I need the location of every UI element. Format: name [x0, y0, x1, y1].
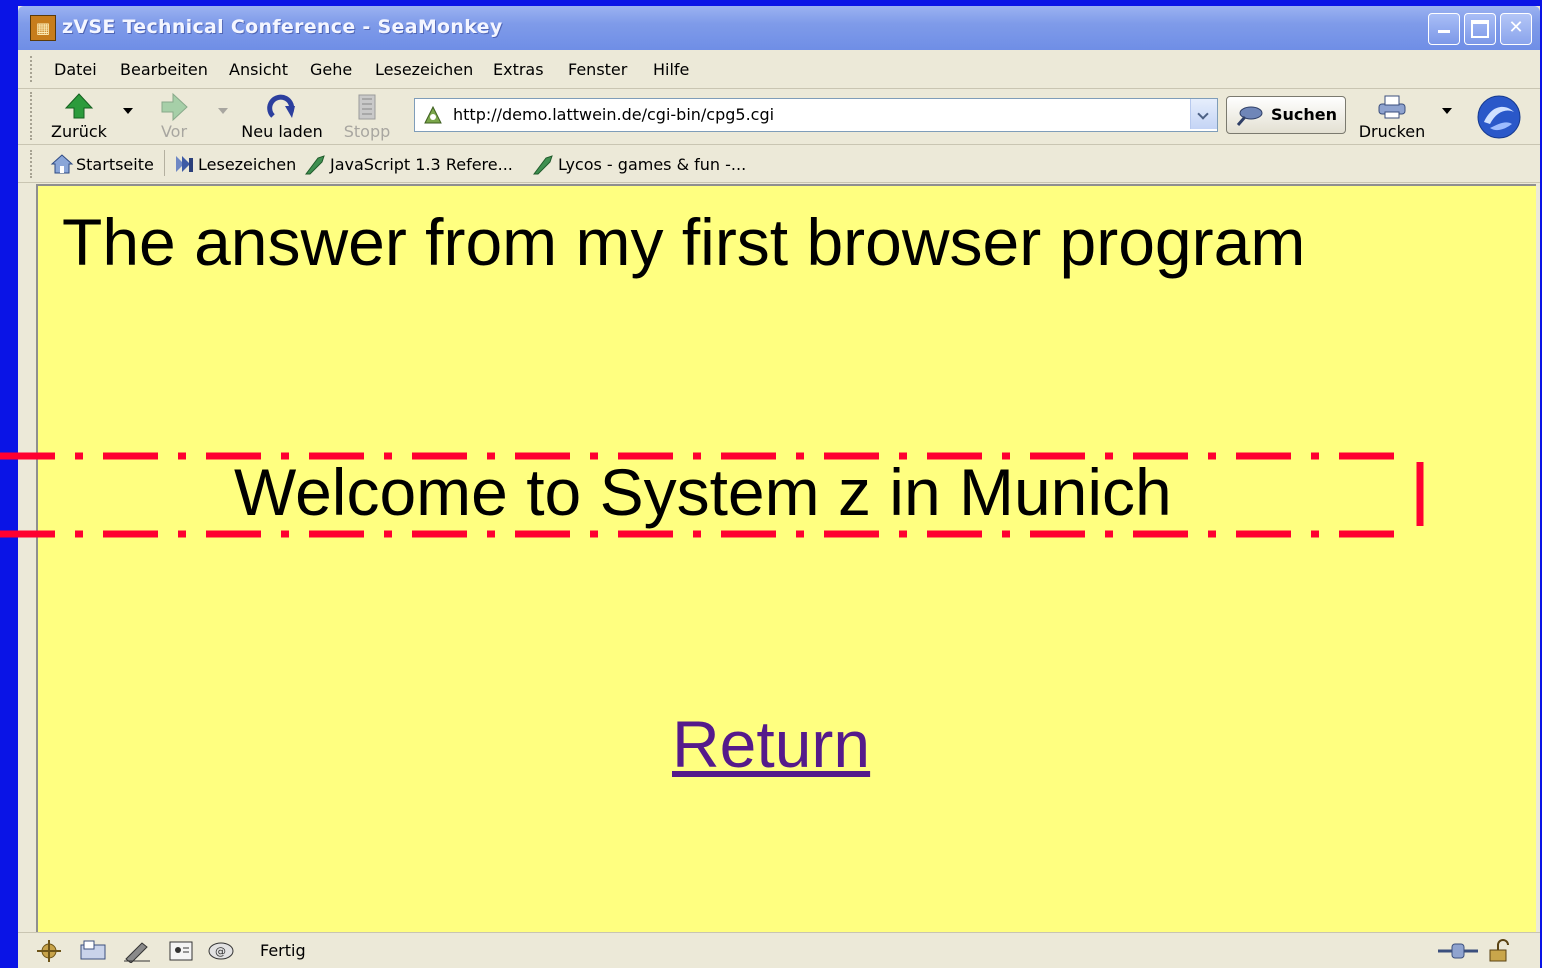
return-link[interactable]: Return	[672, 706, 870, 782]
seamonkey-app-icon: ▦	[30, 15, 56, 41]
address-book-icon[interactable]	[166, 939, 196, 963]
reload-icon	[267, 94, 295, 118]
menu-gehe[interactable]: Gehe	[310, 60, 352, 79]
close-button[interactable]: ✕	[1500, 13, 1532, 45]
reload-button[interactable]: Neu laden	[238, 88, 326, 144]
navigation-toolbar: Zurück Vor Neu laden Stopp http://demo.l…	[18, 88, 1540, 145]
mail-icon[interactable]	[78, 939, 108, 963]
page-content: The answer from my first browser program…	[36, 184, 1536, 932]
forward-history-dropdown-icon[interactable]	[218, 108, 228, 114]
bookmark-icon	[305, 155, 325, 175]
url-history-dropdown-icon[interactable]	[1190, 99, 1217, 129]
menu-extras[interactable]: Extras	[493, 60, 544, 79]
minimize-icon	[1438, 30, 1450, 33]
bookmark-javascript-reference[interactable]: JavaScript 1.3 Refere...	[304, 152, 524, 176]
menu-fenster[interactable]: Fenster	[568, 60, 627, 79]
navbar-grip[interactable]	[30, 92, 36, 140]
minimize-button[interactable]	[1428, 13, 1460, 45]
back-button[interactable]: Zurück	[48, 88, 110, 144]
page-heading: The answer from my first browser program	[62, 205, 1306, 279]
print-button[interactable]: Drucken	[1354, 88, 1430, 144]
status-bar: @ Fertig	[18, 932, 1540, 968]
close-icon: ✕	[1508, 17, 1524, 38]
navigator-icon[interactable]	[34, 939, 64, 963]
chatzilla-icon[interactable]: @	[206, 939, 236, 963]
menu-bearbeiten[interactable]: Bearbeiten	[120, 60, 208, 79]
bookmarks-icon	[176, 156, 193, 172]
stop-icon	[358, 94, 376, 120]
menu-datei[interactable]: Datei	[54, 60, 97, 79]
welcome-message: Welcome to System z in Munich	[234, 455, 1172, 529]
composer-icon[interactable]	[122, 939, 152, 963]
bookmarks-menu-button[interactable]: Lesezeichen	[172, 152, 296, 176]
maximize-button[interactable]	[1464, 13, 1496, 45]
title-bar[interactable]: ▦ zVSE Technical Conference - SeaMonkey …	[18, 6, 1540, 50]
browser-window: ▦ zVSE Technical Conference - SeaMonkey …	[18, 6, 1540, 968]
back-history-dropdown-icon[interactable]	[123, 108, 133, 114]
menu-hilfe[interactable]: Hilfe	[653, 60, 689, 79]
personal-toolbar: Startseite Lesezeichen JavaScript 1.3 Re…	[18, 144, 1540, 183]
printer-icon	[1378, 95, 1406, 119]
menu-lesezeichen[interactable]: Lesezeichen	[375, 60, 473, 79]
status-text: Fertig	[260, 941, 306, 960]
svg-text:@: @	[215, 945, 226, 958]
print-dropdown-icon[interactable]	[1442, 108, 1452, 114]
home-icon	[50, 154, 74, 174]
seamonkey-throbber-icon[interactable]	[1476, 94, 1522, 140]
window-title: zVSE Technical Conference - SeaMonkey	[62, 16, 503, 38]
bookmark-lycos[interactable]: Lycos - games & fun -...	[532, 152, 752, 176]
site-icon	[424, 105, 442, 124]
forward-button[interactable]: Vor	[144, 88, 204, 144]
security-lock-icon[interactable]	[1484, 939, 1514, 963]
url-input[interactable]: http://demo.lattwein.de/cgi-bin/cpg5.cgi	[453, 105, 774, 124]
menu-bar: Datei Bearbeiten Ansicht Gehe Lesezeiche…	[18, 50, 1540, 89]
menubar-grip[interactable]	[30, 56, 36, 82]
menu-ansicht[interactable]: Ansicht	[229, 60, 288, 79]
search-icon	[1236, 106, 1263, 126]
stop-button[interactable]: Stopp	[336, 88, 398, 144]
search-button[interactable]: Suchen	[1226, 96, 1346, 134]
persbar-grip[interactable]	[30, 150, 36, 178]
url-bar[interactable]: http://demo.lattwein.de/cgi-bin/cpg5.cgi	[414, 98, 1218, 132]
home-button[interactable]: Startseite	[50, 152, 162, 176]
forward-arrow-icon	[161, 92, 188, 122]
toolbar-separator	[164, 150, 165, 176]
maximize-icon	[1471, 20, 1489, 38]
online-status-icon[interactable]	[1436, 939, 1480, 963]
back-arrow-icon	[64, 93, 94, 119]
sidebar-grippy[interactable]	[18, 184, 34, 932]
bookmark-icon	[533, 155, 553, 175]
